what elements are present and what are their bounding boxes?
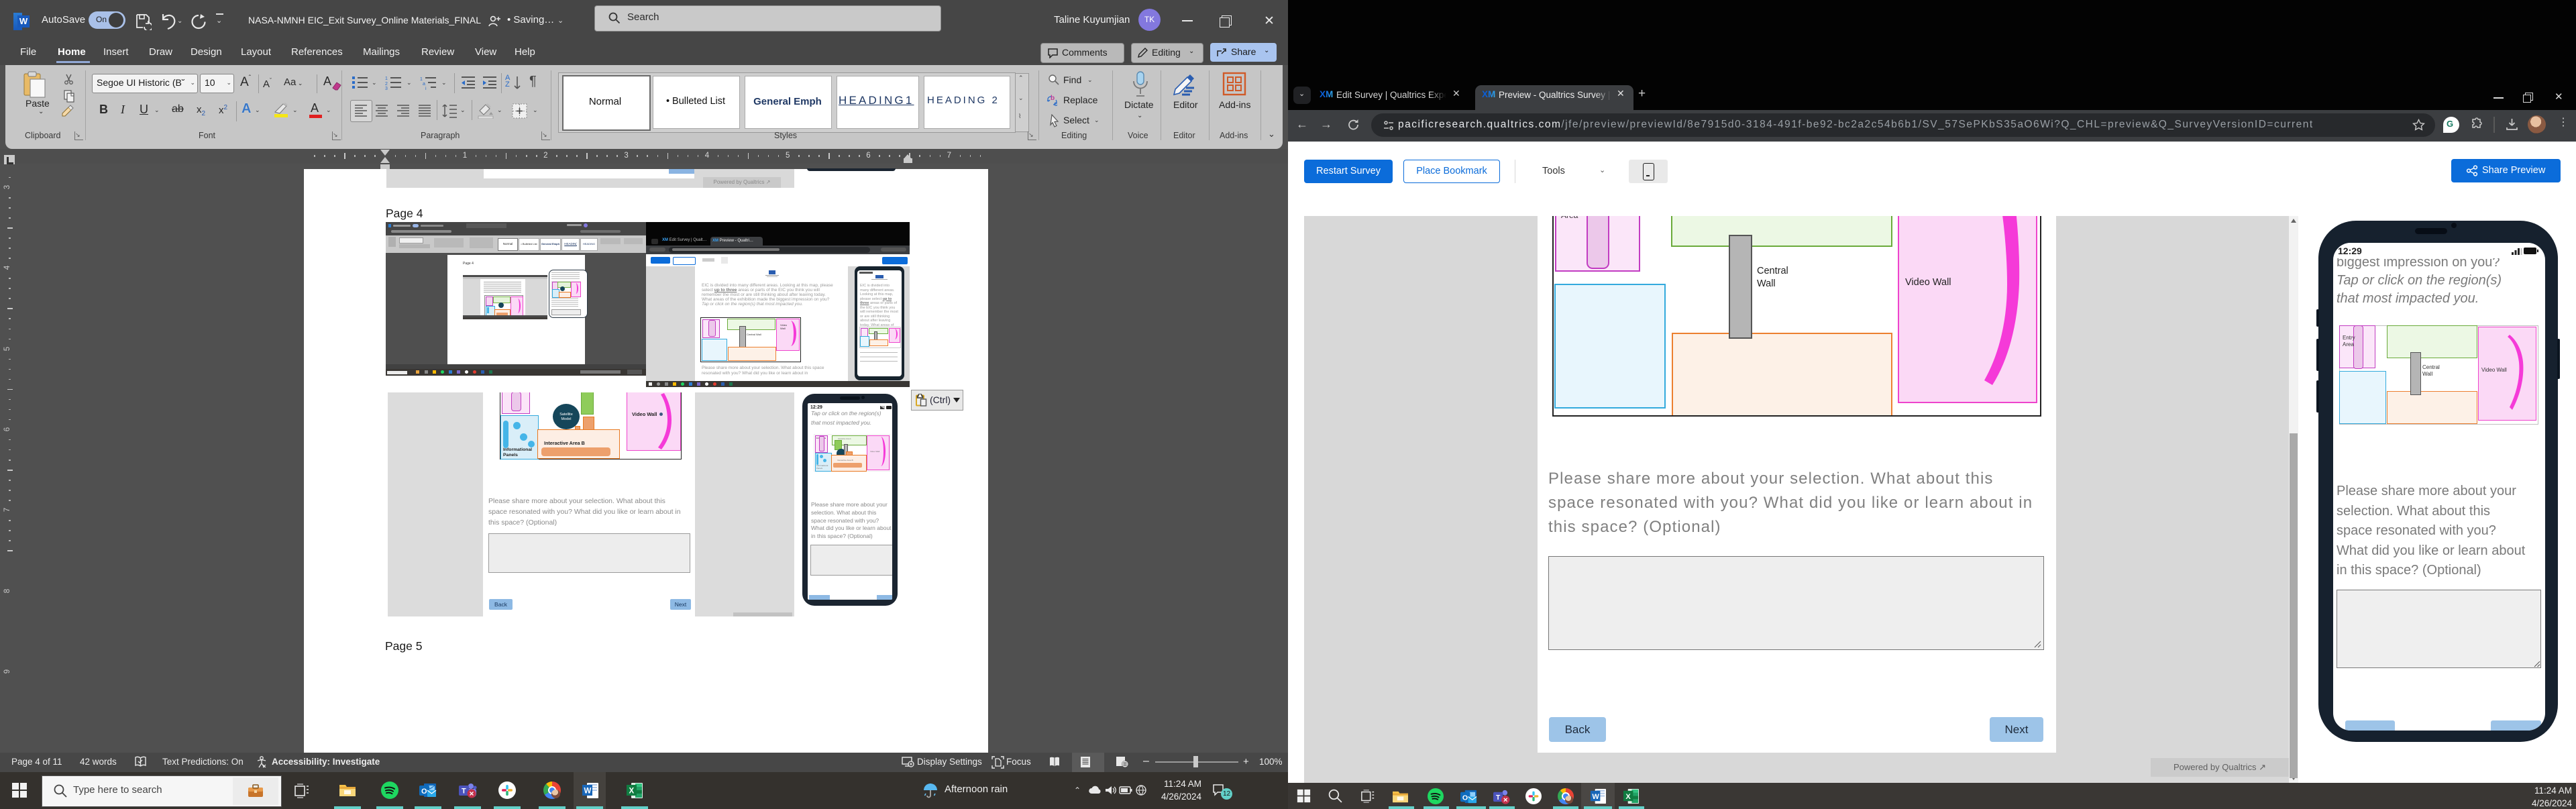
svg-text:1: 1 bbox=[385, 76, 388, 81]
svg-text:W: W bbox=[1592, 793, 1599, 801]
svg-text:X: X bbox=[1625, 793, 1631, 801]
svg-text:W: W bbox=[584, 788, 592, 796]
svg-text:T: T bbox=[462, 788, 466, 796]
svg-text:1: 1 bbox=[420, 77, 423, 82]
svg-text:3: 3 bbox=[385, 87, 388, 90]
svg-text:X: X bbox=[629, 788, 635, 796]
svg-text:O: O bbox=[1462, 794, 1468, 802]
svg-text:i: i bbox=[425, 87, 427, 90]
svg-text:a: a bbox=[423, 82, 425, 87]
svg-text:2: 2 bbox=[385, 82, 388, 87]
svg-text:T: T bbox=[1496, 794, 1501, 802]
svg-text:O: O bbox=[421, 788, 427, 796]
